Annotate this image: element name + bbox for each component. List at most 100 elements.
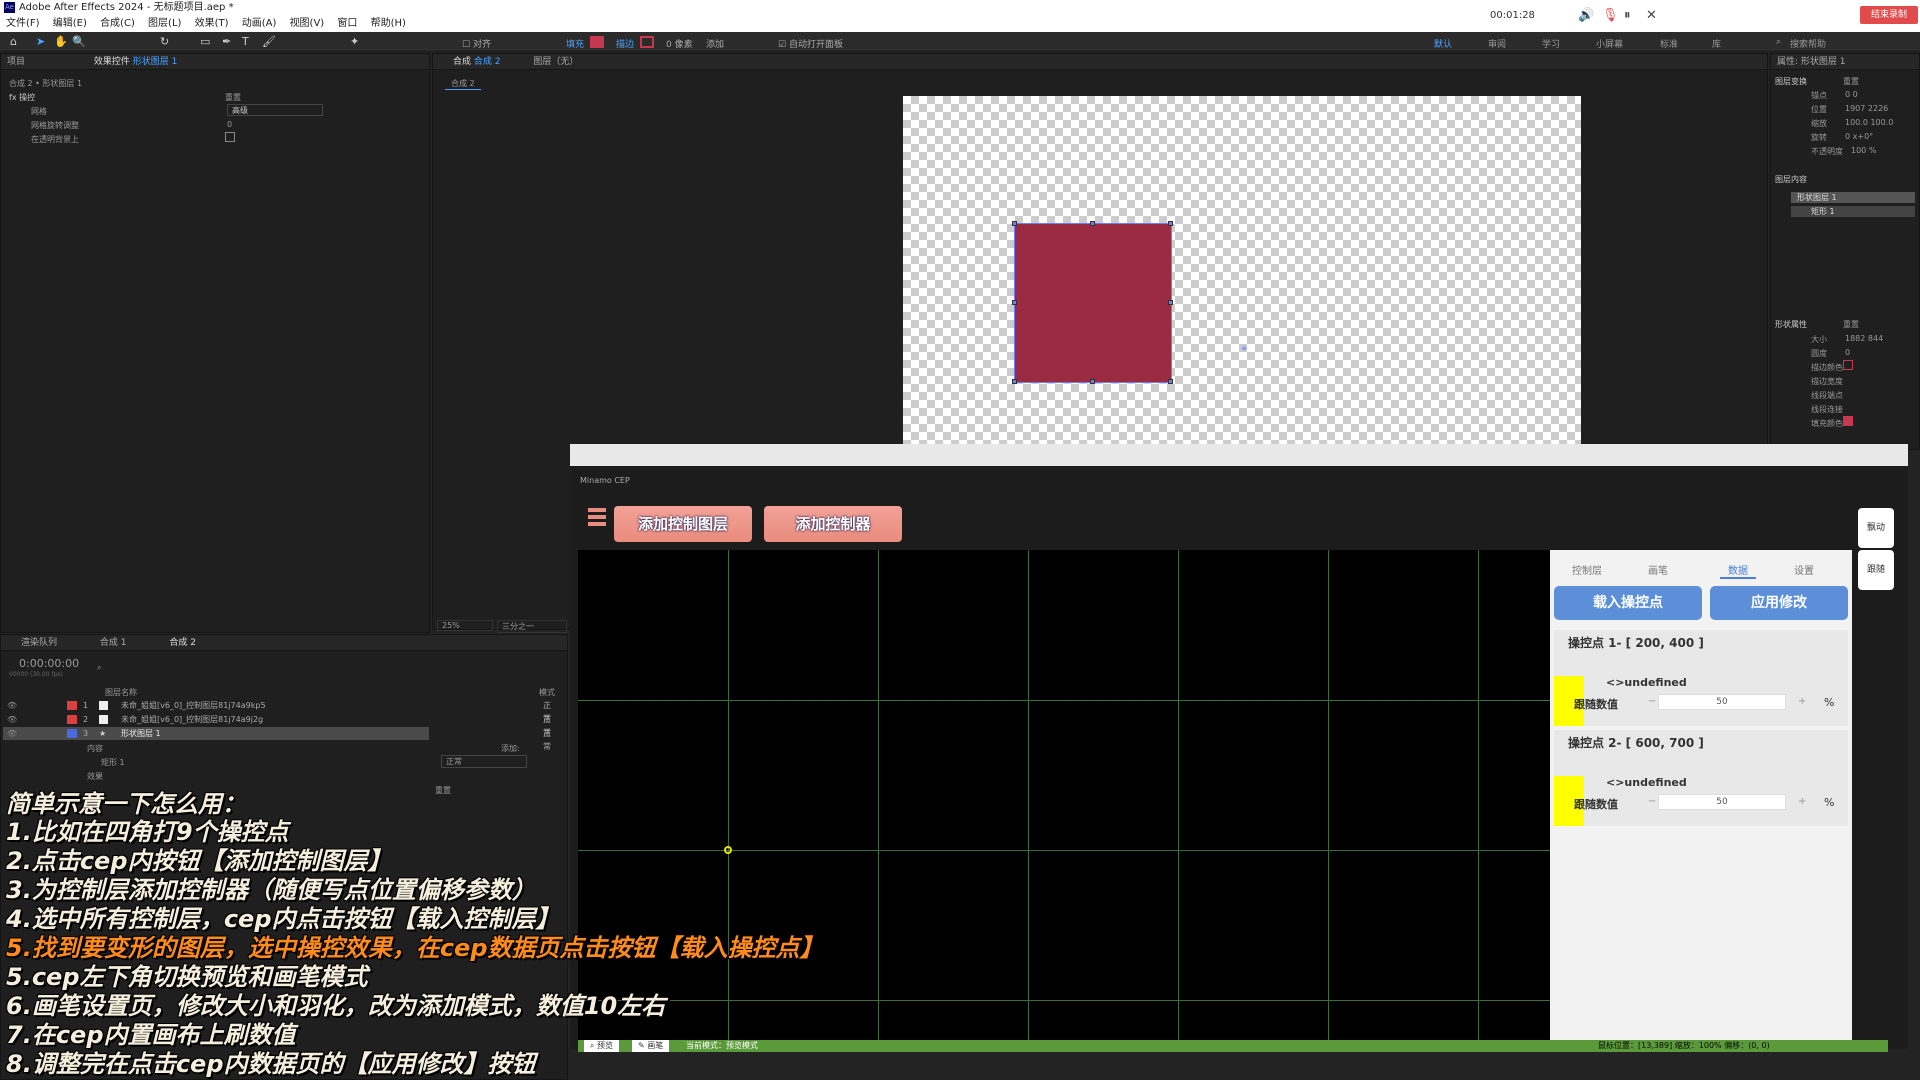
search-help-input[interactable]: 搜索帮助: [1790, 37, 1826, 50]
opacity-value[interactable]: 100 %: [1851, 146, 1876, 155]
rotate-tool-icon[interactable]: ↻: [160, 35, 169, 48]
timeline-layer-row[interactable]: 👁 1 未命_姐姐[v6_0]_控制图层81j74a9kp5 正常: [3, 699, 551, 723]
tab-comp-2[interactable]: 合成 2: [169, 638, 196, 648]
tab-composition[interactable]: 合成: [453, 57, 471, 67]
float-button[interactable]: 飘动: [1858, 508, 1894, 548]
tab-settings[interactable]: 设置: [1794, 562, 1814, 577]
align-checkbox[interactable]: ☐ 对齐: [462, 37, 491, 50]
layer-name[interactable]: 未命_姐姐[v6_0]_控制图层81j74a9kp5: [121, 699, 266, 712]
zoom-tool-icon[interactable]: 🔍: [72, 35, 86, 48]
scale-value[interactable]: 100.0 100.0: [1845, 118, 1893, 127]
fill-color-swatch[interactable]: [590, 36, 604, 48]
stroke-label[interactable]: 描边: [616, 37, 634, 50]
decrement-button[interactable]: −: [1648, 696, 1656, 707]
visibility-eye-icon[interactable]: 👁: [7, 699, 17, 712]
fx-reset-link[interactable]: 重置: [225, 92, 241, 103]
bounding-handle[interactable]: [1012, 379, 1017, 384]
timeline-layer-row-selected[interactable]: 👁 3 ★ 形状图层 1 正常: [3, 727, 551, 751]
cep-brush-canvas[interactable]: [578, 550, 1550, 1040]
composition-canvas[interactable]: ⌖: [903, 96, 1581, 456]
puppet-tool-icon[interactable]: ✦: [350, 35, 359, 48]
brush-tool-icon[interactable]: 🖌: [262, 35, 276, 48]
layer-label-color[interactable]: [67, 701, 77, 710]
menu-animation[interactable]: 动画(A): [242, 18, 277, 29]
effects-group[interactable]: 效果: [87, 771, 103, 782]
rect-group[interactable]: 矩形 1: [101, 757, 125, 768]
increment-button[interactable]: +: [1798, 696, 1806, 707]
tab-render-queue[interactable]: 渲染队列: [21, 638, 57, 648]
pause-icon[interactable]: ⏸: [1624, 8, 1631, 23]
rotation-value[interactable]: 0 x+0°: [1845, 132, 1873, 141]
contents-add-label[interactable]: 添加:: [501, 743, 520, 754]
timecode[interactable]: 0:00:00:00: [19, 657, 79, 670]
menu-help[interactable]: 帮助(H): [371, 18, 406, 29]
rectangle-tool-icon[interactable]: ▭: [200, 35, 210, 48]
contents-item-shape-layer[interactable]: 形状图层 1: [1791, 192, 1915, 203]
tab-composition-name[interactable]: 合成 2: [474, 57, 501, 67]
close-icon[interactable]: ✕: [1646, 8, 1657, 23]
mesh-dropdown[interactable]: 高级: [227, 104, 323, 116]
workspace-standard[interactable]: 标准: [1660, 37, 1678, 50]
apply-changes-button[interactable]: 应用修改: [1710, 586, 1848, 620]
rect-mode-dropdown[interactable]: 正常: [441, 755, 527, 768]
tab-effect-controls-layer[interactable]: 形状图层 1: [133, 57, 178, 67]
speaker-icon[interactable]: 🔊: [1578, 8, 1594, 23]
effects-reset-link[interactable]: 重置: [435, 785, 451, 796]
transform-reset-link[interactable]: 重置: [1843, 76, 1859, 87]
bounding-handle[interactable]: [1168, 379, 1173, 384]
auto-open-checkbox[interactable]: ☑ 自动打开面板: [778, 37, 843, 50]
tab-comp-1[interactable]: 合成 1: [100, 638, 127, 648]
shape-reset-link[interactable]: 重置: [1843, 319, 1859, 330]
brush-mode-button[interactable]: ✎ 画笔: [632, 1040, 670, 1052]
workspace-learn[interactable]: 学习: [1542, 37, 1560, 50]
contents-item-rect[interactable]: 矩形 1: [1791, 206, 1915, 217]
anchor-value[interactable]: 0 0: [1845, 90, 1858, 99]
layer-mode[interactable]: 正常: [543, 727, 551, 753]
pen-tool-icon[interactable]: ✒: [222, 35, 231, 48]
visibility-eye-icon[interactable]: 👁: [7, 727, 17, 740]
tab-data[interactable]: 数据: [1720, 562, 1756, 579]
layer-name[interactable]: 未命_姐姐[v6_0]_控制图层81j74a9j2g: [121, 713, 263, 726]
control-point-marker[interactable]: [724, 846, 732, 854]
timeline-layer-row[interactable]: 👁 2 未命_姐姐[v6_0]_控制图层81j74a9j2g 正常: [3, 713, 551, 737]
bounding-handle[interactable]: [1090, 379, 1095, 384]
visibility-eye-icon[interactable]: 👁: [7, 713, 17, 726]
menu-effect[interactable]: 效果(T): [195, 18, 229, 29]
bounding-handle[interactable]: [1090, 221, 1095, 226]
fill-color-chip[interactable]: [1843, 416, 1853, 426]
text-tool-icon[interactable]: T: [242, 35, 249, 48]
tab-control-layer[interactable]: 控制层: [1572, 562, 1602, 577]
increment-button[interactable]: +: [1798, 796, 1806, 807]
add-control-layer-button[interactable]: 添加控制图层: [614, 506, 752, 542]
follow-button[interactable]: 跟随: [1858, 550, 1894, 590]
tab-brush[interactable]: 画笔: [1648, 562, 1668, 577]
bounding-handle[interactable]: [1168, 221, 1173, 226]
load-control-points-button[interactable]: 载入操控点: [1554, 586, 1702, 620]
roundness-value[interactable]: 0: [1845, 348, 1850, 357]
stop-recording-button[interactable]: 结束录制: [1860, 6, 1918, 24]
follow-value-input[interactable]: 50: [1658, 694, 1786, 710]
contents-group[interactable]: 内容: [87, 743, 103, 754]
bounding-handle[interactable]: [1012, 300, 1017, 305]
stroke-color-swatch[interactable]: [640, 36, 654, 48]
layer-label-color[interactable]: [67, 715, 77, 724]
size-value[interactable]: 1882 844: [1845, 334, 1883, 343]
layer-label-color[interactable]: [67, 729, 77, 738]
resolution-dropdown[interactable]: 三分之一: [497, 620, 567, 633]
transparent-bg-checkbox[interactable]: [225, 132, 235, 142]
bounding-handle[interactable]: [1012, 221, 1017, 226]
bounding-handle[interactable]: [1168, 300, 1173, 305]
workspace-library[interactable]: 库: [1712, 37, 1721, 50]
follow-value-input[interactable]: 50: [1658, 794, 1786, 810]
fill-label[interactable]: 填充: [566, 37, 584, 50]
mesh-rotation-value[interactable]: 0: [227, 120, 232, 129]
stroke-color-chip[interactable]: [1843, 360, 1853, 370]
menu-window[interactable]: 窗口: [337, 18, 357, 29]
mic-muted-icon[interactable]: 🎙: [1602, 8, 1619, 23]
menu-layer[interactable]: 图层(L): [148, 18, 181, 29]
search-icon[interactable]: ⌕: [1776, 37, 1781, 47]
tab-layer[interactable]: 图层（无）: [533, 57, 578, 67]
stroke-width-value[interactable]: 0 像素: [666, 37, 693, 50]
comp-subtab[interactable]: 合成 2: [445, 78, 481, 90]
selection-tool-icon[interactable]: ➤: [36, 35, 45, 48]
